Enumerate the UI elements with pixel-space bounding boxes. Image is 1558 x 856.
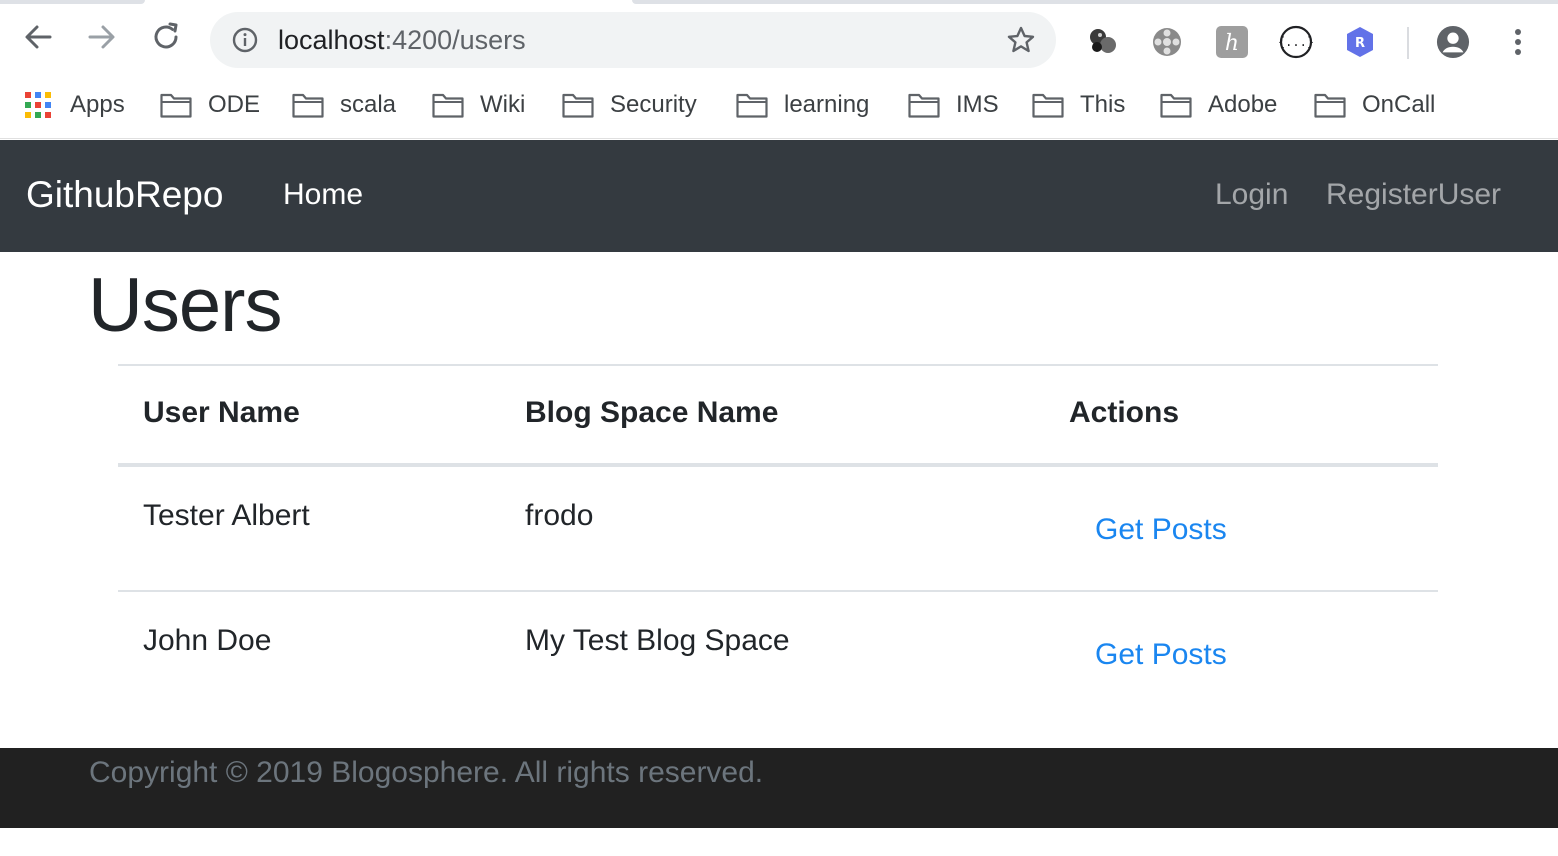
column-header-blog-space-name: Blog Space Name: [500, 364, 1044, 467]
forward-button[interactable]: [84, 19, 120, 55]
get-posts-link[interactable]: Get Posts: [1095, 513, 1227, 547]
url-text[interactable]: localhost:4200/users: [278, 25, 526, 56]
folder-icon: [562, 93, 594, 118]
svg-text:R: R: [1355, 36, 1365, 51]
film-reel-extension-icon[interactable]: [1150, 25, 1184, 59]
bookmark-scala[interactable]: scala: [292, 89, 396, 121]
bookmark-label: OnCall: [1362, 91, 1436, 118]
h-extension-icon[interactable]: h: [1215, 25, 1249, 59]
url-host: localhost: [278, 25, 385, 55]
folder-icon: [160, 93, 192, 118]
bookmark-adobe[interactable]: Adobe: [1160, 89, 1277, 121]
bookmark-label: ODE: [208, 91, 261, 118]
svg-text:{...}: {...}: [1279, 35, 1313, 49]
bookmark-wiki[interactable]: Wiki: [432, 89, 525, 121]
info-icon[interactable]: [232, 27, 258, 53]
inactive-tab-left[interactable]: [0, 0, 145, 4]
reload-icon: [154, 22, 178, 49]
kebab-menu-icon[interactable]: [1501, 25, 1535, 59]
forward-arrow-icon: [88, 25, 115, 49]
folder-icon: [1314, 93, 1346, 118]
app-navbar: GithubRepo Home Login RegisterUser: [0, 140, 1558, 252]
balls-extension-icon[interactable]: [1086, 25, 1120, 59]
bookmark-label: This: [1080, 91, 1126, 118]
cell-user-name: Tester Albert: [118, 465, 500, 592]
bookmark-ode[interactable]: ODE: [160, 89, 260, 121]
nav-link-register-user[interactable]: RegisterUser: [1326, 178, 1501, 212]
bookmark-label: learning: [784, 91, 870, 118]
bookmark-learning[interactable]: learning: [736, 89, 869, 121]
svg-text:h: h: [1225, 31, 1239, 56]
folder-icon: [908, 93, 940, 118]
copyright-text: Copyright © 2019 Blogosphere. All rights…: [89, 756, 764, 789]
browser-toolbar: localhost:4200/users h {...} R: [0, 5, 1558, 75]
bookmark-label: Apps: [70, 91, 125, 118]
profile-avatar-icon[interactable]: [1436, 25, 1470, 59]
reload-button[interactable]: [148, 19, 184, 55]
table-row: Tester Albert frodo Get Posts: [118, 465, 1438, 592]
get-posts-link[interactable]: Get Posts: [1095, 638, 1227, 672]
apps-grid-icon: [25, 92, 51, 118]
cell-actions: Get Posts: [1044, 591, 1438, 717]
nav-link-login[interactable]: Login: [1215, 178, 1288, 212]
nav-link-home[interactable]: Home: [283, 178, 363, 212]
bookmark-ims[interactable]: IMS: [908, 89, 999, 121]
column-header-user-name: User Name: [118, 364, 500, 467]
bookmark-star-icon[interactable]: [1006, 25, 1036, 55]
folder-icon: [432, 93, 464, 118]
folder-icon: [1032, 93, 1064, 118]
page-footer: Copyright © 2019 Blogosphere. All rights…: [0, 748, 1558, 828]
table-header-row: User Name Blog Space Name Actions: [118, 364, 1438, 467]
folder-icon: [1160, 93, 1192, 118]
brand-link[interactable]: GithubRepo: [26, 174, 223, 216]
cell-blog-space-name: frodo: [500, 465, 1044, 592]
toolbar-divider: [1407, 27, 1409, 59]
bookmarks-bar: Apps ODE scala Wiki Security learning IM…: [0, 75, 1558, 139]
bookmark-oncall[interactable]: OnCall: [1314, 89, 1435, 121]
folder-icon: [292, 93, 324, 118]
address-bar[interactable]: localhost:4200/users: [210, 12, 1056, 68]
json-braces-extension-icon[interactable]: {...}: [1279, 25, 1313, 59]
users-table: User Name Blog Space Name Actions Tester…: [118, 364, 1438, 717]
inactive-tab-right[interactable]: [632, 0, 1558, 4]
bookmark-label: Wiki: [480, 91, 526, 118]
table-row: John Doe My Test Blog Space Get Posts: [118, 591, 1438, 717]
back-arrow-icon: [25, 25, 52, 49]
bookmark-label: scala: [340, 91, 397, 118]
r-shield-extension-icon[interactable]: R: [1343, 25, 1377, 59]
back-button[interactable]: [20, 19, 56, 55]
bookmark-apps[interactable]: Apps: [24, 89, 125, 121]
bookmark-security[interactable]: Security: [562, 89, 697, 121]
bookmark-label: IMS: [956, 91, 999, 118]
column-header-actions: Actions: [1044, 364, 1438, 467]
folder-icon: [736, 93, 768, 118]
cell-blog-space-name: My Test Blog Space: [525, 624, 790, 657]
cell-user-name: John Doe: [143, 624, 272, 657]
page-title: Users: [88, 263, 282, 348]
cell-actions: Get Posts: [1044, 465, 1438, 592]
bookmark-this[interactable]: This: [1032, 89, 1125, 121]
bookmark-label: Security: [610, 91, 697, 118]
url-path: :4200/users: [384, 25, 526, 55]
bookmark-label: Adobe: [1208, 91, 1278, 118]
